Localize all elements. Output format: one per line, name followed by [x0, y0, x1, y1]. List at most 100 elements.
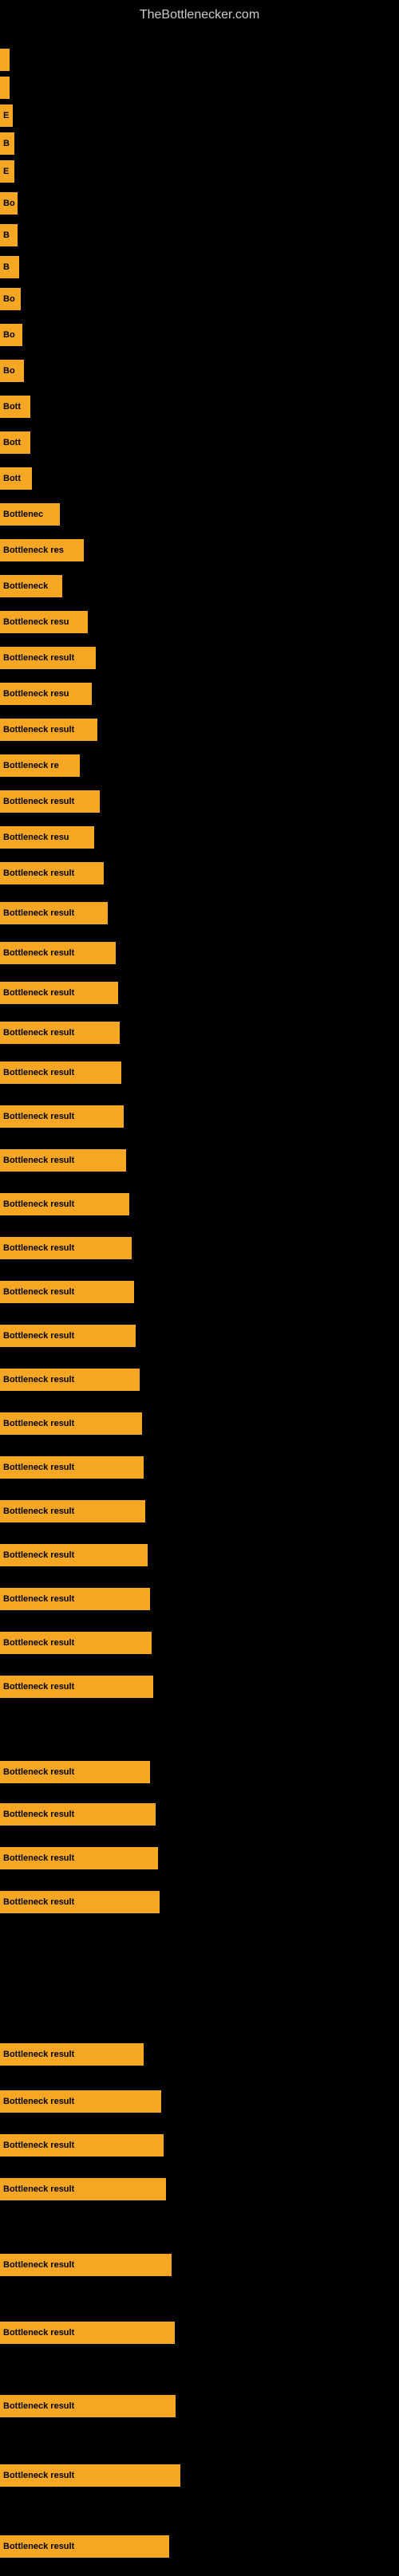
- bar-row: Bottleneck resu: [0, 682, 399, 706]
- bar-row: Bottleneck result: [0, 1890, 399, 1914]
- bar-label: Bottleneck result: [3, 1375, 74, 1385]
- bar-label: Bott: [3, 474, 21, 483]
- bar: Bottleneck result: [0, 1149, 126, 1172]
- bar: Bottleneck result: [0, 2395, 176, 2417]
- bar: Bottleneck result: [0, 1500, 145, 1522]
- bar-label: Bottleneck result: [3, 1112, 74, 1121]
- bar-label: B: [3, 230, 10, 240]
- bar: Bottleneck result: [0, 2322, 175, 2344]
- bar: [0, 77, 10, 99]
- bar-row: Bott: [0, 467, 399, 490]
- bar-label: Bottleneck result: [3, 1463, 74, 1472]
- bar-label: E: [3, 167, 9, 176]
- bar-label: Bottleneck result: [3, 1156, 74, 1165]
- bar-label: Bottleneck result: [3, 1638, 74, 1648]
- bar-label: Bottleneck result: [3, 1028, 74, 1038]
- bar-row: Bottleneck result: [0, 941, 399, 965]
- bar-row: Bottleneck result: [0, 1631, 399, 1655]
- bar: [0, 49, 10, 71]
- bar: Bottleneck result: [0, 982, 118, 1004]
- bar-label: Bottleneck result: [3, 2184, 74, 2194]
- bar-row: Bottleneck result: [0, 1499, 399, 1523]
- bar: Bottleneck result: [0, 1676, 153, 1698]
- bar: Bottleneck result: [0, 647, 96, 669]
- bar-row: Bottleneck result: [0, 1543, 399, 1567]
- bar-row: Bottleneck result: [0, 2321, 399, 2345]
- bar-label: Bo: [3, 366, 15, 376]
- bar-label: Bott: [3, 438, 21, 447]
- bar-label: Bottleneck result: [3, 2050, 74, 2059]
- bar-label: Bottleneck result: [3, 1853, 74, 1863]
- bar-row: Bottleneck result: [0, 1587, 399, 1611]
- bar: Bottleneck result: [0, 1369, 140, 1391]
- bar-row: Bottleneck result: [0, 2535, 399, 2558]
- bar-label: Bottleneck resu: [3, 617, 69, 627]
- bar: Bottleneck resu: [0, 826, 94, 849]
- bar-row: Bottleneck result: [0, 1061, 399, 1085]
- bar-label: Bo: [3, 330, 15, 340]
- bar-label: Bottleneck result: [3, 1507, 74, 1516]
- bar-row: Bottleneck resu: [0, 610, 399, 634]
- bar: Bott: [0, 467, 32, 490]
- bar-label: Bottleneck result: [3, 1419, 74, 1428]
- bar-label: Bottleneck resu: [3, 833, 69, 842]
- bar-row: Bo: [0, 323, 399, 347]
- bar-label: Bottleneck result: [3, 1243, 74, 1253]
- bar: Bottleneck: [0, 575, 62, 597]
- bar-row: E: [0, 104, 399, 128]
- bar-row: Bottleneck result: [0, 1760, 399, 1784]
- bar-row: Bottleneck result: [0, 901, 399, 925]
- bar-row: Bottleneck resu: [0, 825, 399, 849]
- bar-label: E: [3, 111, 9, 120]
- bar-row: Bottleneck result: [0, 1105, 399, 1128]
- bar: Bottleneck result: [0, 2134, 164, 2157]
- bar-label: Bottleneck re: [3, 761, 59, 770]
- bar-row: Bottleneck re: [0, 754, 399, 778]
- bar-label: Bottleneck result: [3, 2328, 74, 2338]
- bar-row: Bott: [0, 395, 399, 419]
- bar-row: Bottleneck result: [0, 718, 399, 742]
- bar: Bottleneck result: [0, 2043, 144, 2066]
- bar-row: Bottleneck result: [0, 2177, 399, 2201]
- bar-row: Bottleneck result: [0, 1455, 399, 1479]
- bar-label: Bottleneck result: [3, 1810, 74, 1819]
- bar: B: [0, 132, 14, 155]
- bar-label: Bottleneck result: [3, 1767, 74, 1777]
- bar-label: Bottlenec: [3, 510, 43, 519]
- bar: Bottleneck result: [0, 1544, 148, 1566]
- bar-label: Bottleneck result: [3, 908, 74, 918]
- bar-row: Bottleneck result: [0, 1021, 399, 1045]
- bar-label: Bottleneck result: [3, 2401, 74, 2411]
- bar: Bottleneck re: [0, 754, 80, 777]
- bar: Bottleneck result: [0, 1325, 136, 1347]
- bar-label: Bottleneck result: [3, 1682, 74, 1692]
- bar-row: B: [0, 132, 399, 156]
- bar: Bo: [0, 288, 21, 310]
- bar: Bottleneck result: [0, 2464, 180, 2487]
- bar: Bottleneck result: [0, 1891, 160, 1913]
- bar-row: [0, 48, 399, 72]
- bar-label: Bo: [3, 199, 15, 208]
- bar: Bottleneck result: [0, 902, 108, 924]
- bar: Bottleneck result: [0, 1761, 150, 1783]
- bar-label: Bottleneck result: [3, 2141, 74, 2150]
- bar: Bott: [0, 396, 30, 418]
- bar-label: Bo: [3, 294, 15, 304]
- bar-row: Bo: [0, 359, 399, 383]
- bar-row: [0, 76, 399, 100]
- bar-row: Bottleneck result: [0, 2042, 399, 2066]
- bar: Bo: [0, 324, 22, 346]
- bar-label: B: [3, 139, 10, 148]
- bar: Bottleneck result: [0, 862, 104, 884]
- bar: Bo: [0, 192, 18, 215]
- bar: Bottleneck result: [0, 1847, 158, 1869]
- bar-row: Bottleneck result: [0, 1675, 399, 1699]
- bar-label: Bottleneck res: [3, 546, 64, 555]
- bar: Bottleneck result: [0, 1237, 132, 1259]
- bar-label: Bottleneck resu: [3, 689, 69, 699]
- bar: Bottleneck result: [0, 790, 100, 813]
- bar-label: Bottleneck result: [3, 948, 74, 958]
- bar: B: [0, 256, 19, 278]
- bar-row: Bottleneck: [0, 574, 399, 598]
- bar-row: Bottleneck result: [0, 981, 399, 1005]
